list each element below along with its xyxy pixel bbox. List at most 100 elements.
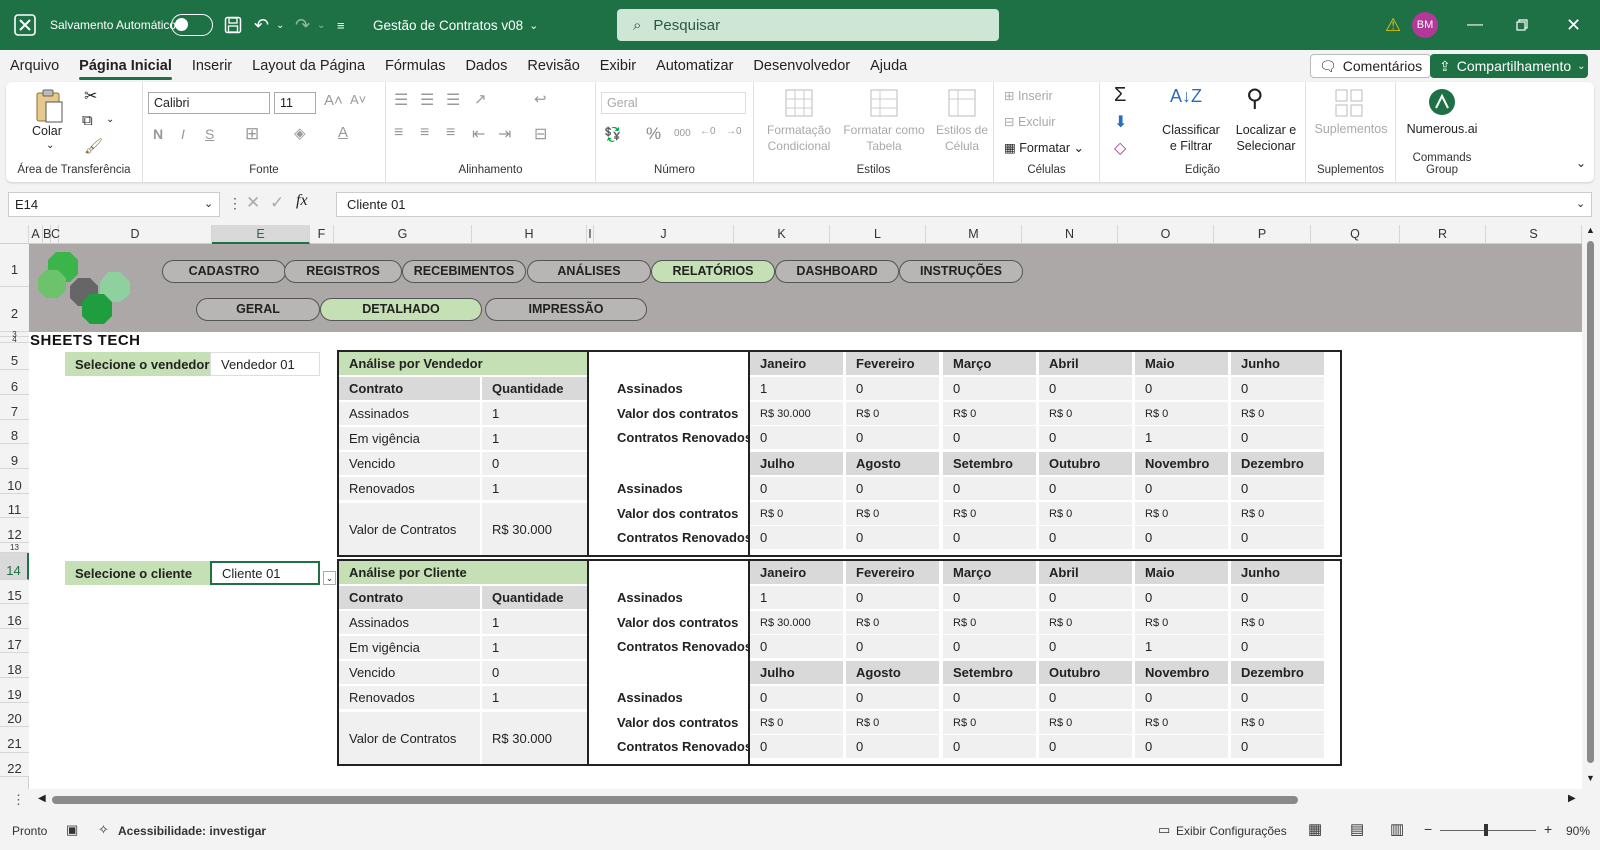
row-header-12[interactable]: 12 (0, 518, 29, 543)
accessibility-status[interactable]: Acessibilidade: investigar (118, 824, 266, 838)
cell-styles-button[interactable]: Estilos de Célula (934, 122, 990, 154)
select-value[interactable]: Cliente 01 (210, 561, 320, 585)
copy-dropdown-icon[interactable]: ⌄ (106, 114, 114, 125)
scroll-up-icon[interactable]: ▲ (1586, 225, 1595, 235)
sort-filter-icon[interactable]: A↓Z (1170, 86, 1202, 107)
bold-icon[interactable]: N (153, 126, 163, 142)
autosum-icon[interactable]: Σ (1114, 84, 1126, 107)
row-header-8[interactable]: 8 (0, 420, 29, 444)
column-header-A[interactable]: A (29, 225, 43, 244)
addins-button[interactable]: Suplementos (1306, 122, 1396, 136)
undo-icon[interactable]: ↶ (254, 0, 269, 50)
more-icon[interactable]: ⋮ (228, 195, 242, 212)
row-header-22[interactable]: 22 (0, 753, 29, 777)
column-header-P[interactable]: P (1214, 225, 1311, 244)
comments-button[interactable]: 🗨 Comentários (1310, 54, 1432, 78)
user-avatar[interactable]: BM (1412, 12, 1438, 38)
save-icon[interactable] (224, 0, 242, 50)
align-right-icon[interactable]: ≡ (446, 124, 455, 142)
horizontal-scroll-thumb[interactable] (52, 796, 1298, 804)
column-header-L[interactable]: L (830, 225, 926, 244)
numerous-icon[interactable] (1428, 88, 1456, 119)
row-header-14[interactable]: 14 (0, 553, 29, 580)
menu-item-1[interactable]: Página Inicial (69, 50, 182, 82)
column-header-S[interactable]: S (1486, 225, 1582, 244)
font-name-select[interactable]: Calibri (148, 92, 270, 114)
zoom-level[interactable]: 90% (1566, 824, 1590, 838)
row-header-5[interactable]: 5 (0, 343, 29, 370)
decrease-decimal-icon[interactable]: →0 (726, 126, 742, 137)
row-header-6[interactable]: 6 (0, 370, 29, 395)
excel-app-icon[interactable] (14, 0, 36, 50)
find-icon[interactable]: ⚲ (1246, 84, 1264, 113)
menu-item-6[interactable]: Revisão (517, 50, 589, 82)
column-header-E[interactable]: E (212, 225, 310, 244)
display-settings-icon[interactable]: ▭ (1158, 822, 1170, 838)
delete-cells-button[interactable]: ⊟ Excluir (1004, 114, 1055, 129)
name-box[interactable]: E14 (8, 192, 220, 217)
nav-button-dashboard[interactable]: DASHBOARD (775, 260, 899, 283)
macro-recorder-icon[interactable]: ▣ (66, 822, 78, 838)
format-painter-icon[interactable]: 🖌 (84, 137, 103, 155)
column-header-B[interactable]: B (43, 225, 51, 244)
menu-item-5[interactable]: Dados (455, 50, 517, 82)
insert-cells-button[interactable]: ⊞ Inserir (1004, 88, 1053, 103)
column-header-Q[interactable]: Q (1311, 225, 1400, 244)
font-color-icon[interactable]: A (338, 124, 348, 141)
vertical-scroll-thumb[interactable] (1587, 241, 1594, 763)
increase-decimal-icon[interactable]: ←0 (700, 126, 716, 137)
page-layout-icon[interactable]: ▤ (1350, 820, 1364, 838)
column-header-O[interactable]: O (1118, 225, 1214, 244)
menu-item-4[interactable]: Fórmulas (375, 50, 455, 82)
select-all-corner[interactable] (0, 225, 29, 244)
thousands-icon[interactable]: 000 (674, 128, 691, 139)
borders-icon[interactable]: ⊞ (245, 124, 259, 144)
conditional-format-icon[interactable] (764, 88, 834, 121)
zoom-slider-thumb[interactable] (1484, 824, 1488, 836)
column-header-K[interactable]: K (734, 225, 830, 244)
menu-item-2[interactable]: Inserir (182, 50, 242, 82)
paste-label[interactable]: Colar (32, 124, 62, 138)
align-left-icon[interactable]: ≡ (394, 124, 403, 142)
row-header-7[interactable]: 7 (0, 395, 29, 420)
redo-dropdown-icon[interactable]: ⌄ (317, 0, 325, 50)
scroll-down-icon[interactable]: ▼ (1586, 773, 1595, 783)
undo-dropdown-icon[interactable]: ⌄ (276, 0, 284, 50)
clear-icon[interactable]: ◇ (1114, 138, 1126, 158)
nav-button-cadastro[interactable]: CADASTRO (162, 260, 286, 283)
font-size-select[interactable]: 11 (274, 92, 316, 114)
column-header-R[interactable]: R (1400, 225, 1486, 244)
addins-icon[interactable] (1334, 88, 1364, 121)
row-header-18[interactable]: 18 (0, 653, 29, 678)
subnav-button-geral[interactable]: GERAL (196, 298, 320, 321)
number-format-select[interactable]: Geral (601, 92, 746, 114)
minimize-icon[interactable]: — (1467, 0, 1483, 50)
underline-icon[interactable]: S (205, 126, 214, 142)
row-header-20[interactable]: 20 (0, 703, 29, 727)
page-break-icon[interactable]: ▥ (1390, 820, 1404, 838)
format-table-button[interactable]: Formatar como Tabela (839, 122, 929, 154)
find-select-button[interactable]: Localizar e Selecionar (1228, 122, 1304, 154)
column-header-F[interactable]: F (310, 225, 334, 244)
select-value[interactable]: Vendedor 01 (210, 352, 320, 376)
cell-dropdown-icon[interactable]: ⌄ (323, 571, 336, 585)
sort-filter-button[interactable]: Classificar e Filtrar (1158, 122, 1224, 154)
row-header-11[interactable]: 11 (0, 494, 29, 518)
copy-icon[interactable]: ⧉ (82, 112, 93, 129)
zoom-in-icon[interactable]: + (1544, 821, 1552, 837)
zoom-out-icon[interactable]: − (1424, 821, 1432, 837)
scroll-right-icon[interactable]: ▶ (1568, 793, 1576, 804)
accessibility-icon[interactable]: ✧ (98, 822, 109, 838)
menu-item-7[interactable]: Exibir (590, 50, 646, 82)
italic-icon[interactable]: I (181, 126, 185, 142)
numerous-button[interactable]: Numerous.ai (1396, 122, 1488, 136)
collapse-ribbon-icon[interactable]: ⌄ (1576, 156, 1586, 170)
menu-item-8[interactable]: Automatizar (646, 50, 743, 82)
percent-icon[interactable]: % (646, 124, 661, 144)
vertical-scrollbar[interactable]: ▲ ▼ (1582, 225, 1600, 789)
align-middle-icon[interactable]: ☰ (420, 90, 434, 110)
increase-font-icon[interactable]: A˄ (324, 92, 343, 109)
align-top-icon[interactable]: ☰ (394, 90, 408, 110)
row-header-13[interactable]: 13 (0, 543, 29, 553)
align-center-icon[interactable]: ≡ (420, 124, 429, 142)
